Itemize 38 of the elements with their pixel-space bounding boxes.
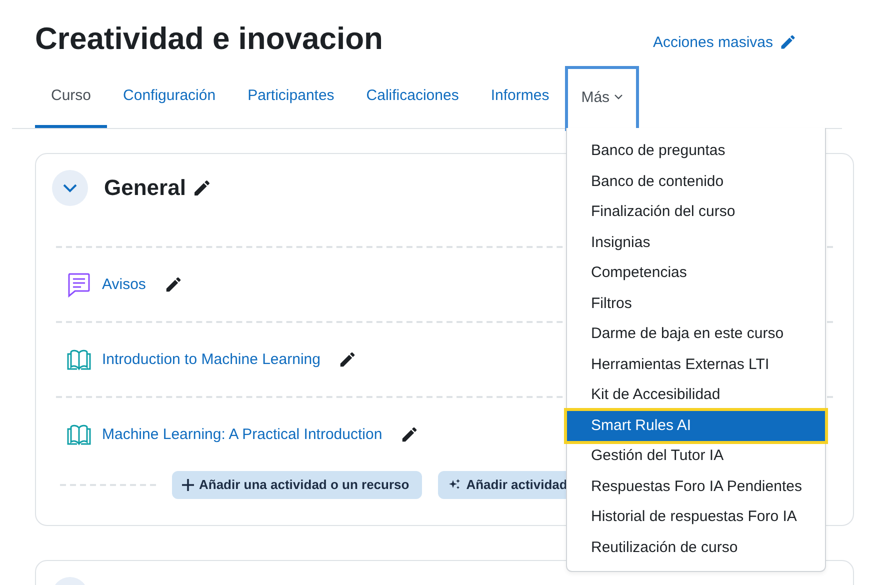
activity-link[interactable]: Machine Learning: A Practical Introduction <box>102 426 382 443</box>
menu-item[interactable]: Herramientas Externas LTI <box>567 350 825 380</box>
book-icon <box>66 422 92 446</box>
edit-icon[interactable] <box>338 350 358 369</box>
activity-link[interactable]: Avisos <box>102 276 146 293</box>
activity-link[interactable]: Introduction to Machine Learning <box>102 351 320 368</box>
nav-tab[interactable]: Más <box>565 66 639 131</box>
menu-item[interactable]: Insignias <box>567 228 825 258</box>
nav-tab[interactable]: Participantes <box>232 66 350 128</box>
collapse-button[interactable] <box>52 170 88 206</box>
course-title: Creatividad e inovacion <box>35 20 383 58</box>
menu-item[interactable]: Filtros <box>567 288 825 319</box>
book-icon <box>66 348 92 372</box>
caret-icon <box>614 94 623 100</box>
chevron-down-icon <box>62 183 78 193</box>
edit-icon[interactable] <box>400 425 420 444</box>
add-activity-button[interactable]: Añadir una actividad o un recurso <box>172 471 422 499</box>
menu-item[interactable]: Competencias <box>567 258 825 288</box>
chat-icon <box>66 272 92 298</box>
menu-item[interactable]: Kit de Accesibilidad <box>567 380 825 410</box>
menu-item[interactable]: Smart Rules AI <box>567 410 825 441</box>
menu-item[interactable]: Gestión del Tutor IA <box>567 441 825 472</box>
menu-item[interactable]: Reutilización de curso <box>567 532 825 563</box>
edit-icon[interactable] <box>164 275 183 294</box>
sparkle-icon <box>448 478 462 490</box>
bulk-actions-link[interactable]: Acciones masivas <box>652 33 797 51</box>
nav-tab[interactable]: Curso <box>35 66 108 128</box>
menu-item[interactable]: Finalización del curso <box>567 197 825 228</box>
menu-item[interactable]: Historial de respuestas Foro IA <box>567 502 825 532</box>
menu-item[interactable]: Banco de preguntas <box>567 136 825 166</box>
section-title: General <box>104 175 186 201</box>
nav-tab[interactable]: Configuración <box>107 66 232 128</box>
edit-icon[interactable] <box>192 178 212 198</box>
plus-icon <box>182 478 194 490</box>
nav-tab[interactable]: Informes <box>474 66 566 128</box>
menu-item[interactable]: Banco de contenido <box>567 166 825 197</box>
menu-item[interactable]: Darme de baja en este curso <box>567 319 825 350</box>
nav-tab[interactable]: Calificaciones <box>350 66 475 128</box>
